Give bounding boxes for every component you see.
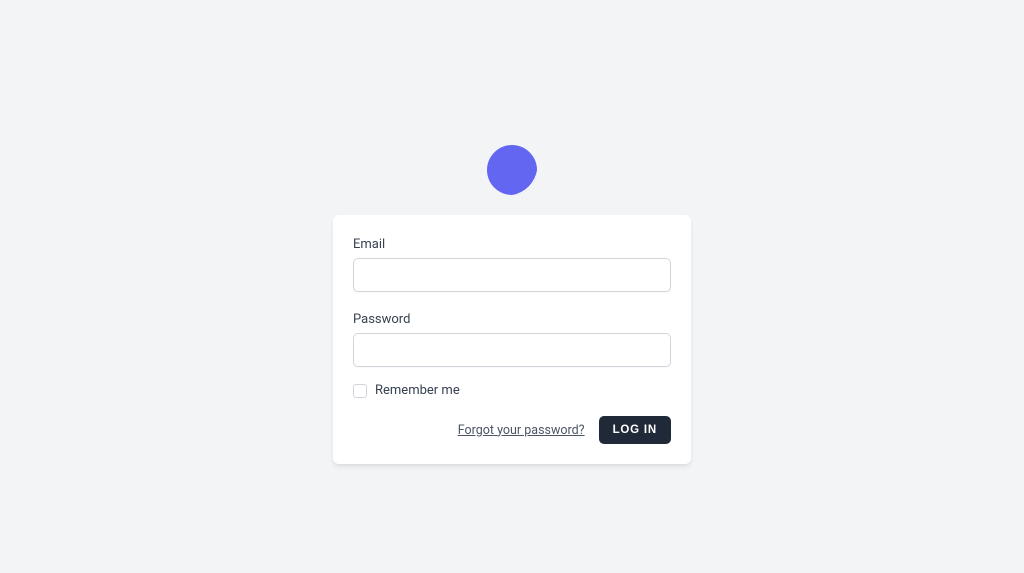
login-card: Email Password Remember me Forgot your p… <box>333 215 691 464</box>
brand-logo <box>487 145 537 195</box>
email-label: Email <box>353 237 671 252</box>
login-button[interactable]: LOG IN <box>599 416 671 444</box>
password-input[interactable] <box>353 333 671 367</box>
email-input[interactable] <box>353 258 671 292</box>
remember-checkbox[interactable] <box>353 384 367 398</box>
remember-label: Remember me <box>375 383 460 398</box>
password-label: Password <box>353 312 671 327</box>
forgot-password-link[interactable]: Forgot your password? <box>458 423 585 438</box>
